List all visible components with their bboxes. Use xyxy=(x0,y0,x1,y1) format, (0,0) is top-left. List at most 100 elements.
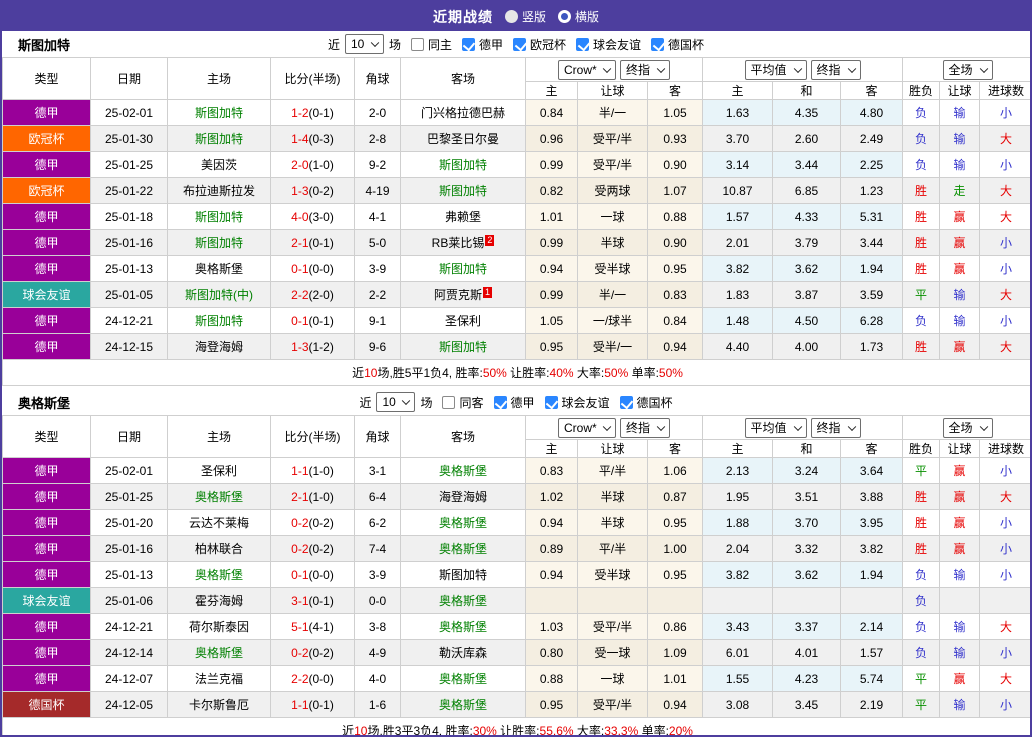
summary-part: 让胜率: xyxy=(506,366,550,380)
subcolumn-header: 主 xyxy=(702,439,773,458)
recent-matches-select[interactable]: 10 xyxy=(376,392,416,412)
halftime-score: (1-0) xyxy=(308,463,334,478)
handicap-odds-cell: 0.94 xyxy=(525,255,578,282)
summary-part: 近 xyxy=(342,724,355,737)
league-checkbox[interactable] xyxy=(619,395,633,409)
recent-matches-select[interactable]: 10 xyxy=(344,34,384,54)
score-cell: 3-1(0-1) xyxy=(270,587,355,614)
away-team-name[interactable]: 奥格斯堡 xyxy=(439,594,487,608)
match-scope-select[interactable]: 全场 xyxy=(942,417,993,438)
home-team-name[interactable]: 美因茨 xyxy=(201,158,237,172)
match-date: 25-02-01 xyxy=(90,457,168,484)
page-title: 近期战绩 xyxy=(432,8,493,25)
result-goals-cell: 大 xyxy=(979,665,1030,692)
final-odds-select[interactable]: 终指 xyxy=(620,59,670,80)
away-team-name[interactable]: 斯图加特 xyxy=(439,568,487,582)
home-team-name[interactable]: 斯图加特 xyxy=(195,314,243,328)
same-venue-checkbox[interactable] xyxy=(442,395,456,409)
home-team-name[interactable]: 海登海姆 xyxy=(195,340,243,354)
away-team-name[interactable]: 奥格斯堡 xyxy=(439,542,487,556)
same-venue-checkbox[interactable] xyxy=(410,37,424,51)
match-row: 德甲 24-12-21 荷尔斯泰因 5-1(4-1) 3-8 奥格斯堡 1.03 受平/半 0.… xyxy=(2,613,1030,640)
layout-option-vertical[interactable]: 竖版 xyxy=(504,8,546,25)
score-cell: 5-1(4-1) xyxy=(270,613,355,640)
average-odds-select[interactable]: 平均值 xyxy=(744,417,807,438)
away-team-name[interactable]: 勒沃库森 xyxy=(439,646,487,660)
league-checkbox[interactable] xyxy=(461,37,475,51)
away-team-name[interactable]: 弗赖堡 xyxy=(445,210,481,224)
home-team-cell: 斯图加特 xyxy=(167,99,271,126)
league-checkbox[interactable] xyxy=(651,37,665,51)
bookmaker-select[interactable]: Crow* xyxy=(558,59,616,80)
result-winloss-cell: 胜 xyxy=(902,177,941,204)
handicap-odds-cell: 受平/半 xyxy=(577,613,648,640)
average-odds-cell: 2.01 xyxy=(702,229,773,256)
away-team-name[interactable]: 斯图加特 xyxy=(439,184,487,198)
handicap-odds-cell: 0.84 xyxy=(525,99,578,126)
home-team-name[interactable]: 荷尔斯泰因 xyxy=(189,620,249,634)
away-team-name[interactable]: 海登海姆 xyxy=(439,490,487,504)
home-team-name[interactable]: 斯图加特 xyxy=(195,236,243,250)
home-team-name[interactable]: 奥格斯堡 xyxy=(195,262,243,276)
away-team-name[interactable]: 巴黎圣日尔曼 xyxy=(427,132,499,146)
away-team-name[interactable]: 圣保利 xyxy=(445,314,481,328)
average-odds-select[interactable]: 平均值 xyxy=(744,59,807,80)
away-team-name[interactable]: 奥格斯堡 xyxy=(439,464,487,478)
home-team-name[interactable]: 云达不莱梅 xyxy=(189,516,249,530)
bookmaker-select[interactable]: Crow* xyxy=(558,417,616,438)
average-odds-cell: 3.44 xyxy=(839,229,904,256)
layout-option-horizontal[interactable]: 横版 xyxy=(558,8,599,25)
home-team-name[interactable]: 霍芬海姆 xyxy=(195,594,243,608)
average-odds-cell: 1.83 xyxy=(702,281,773,308)
home-team-name[interactable]: 斯图加特 xyxy=(195,132,243,146)
score-cell: 0-2(0-2) xyxy=(270,535,355,562)
final-odds-select[interactable]: 终指 xyxy=(810,417,861,438)
match-scope-select[interactable]: 全场 xyxy=(942,59,993,80)
home-team-name[interactable]: 斯图加特(中) xyxy=(185,288,253,302)
final-odds-select[interactable]: 终指 xyxy=(810,59,861,80)
home-team-name[interactable]: 斯图加特 xyxy=(195,106,243,120)
home-team-name[interactable]: 奥格斯堡 xyxy=(195,568,243,582)
score-cell: 1-4(0-3) xyxy=(270,125,355,152)
handicap-odds-cell xyxy=(577,587,648,614)
result-handicap-cell: 赢 xyxy=(939,203,981,230)
home-team-name[interactable]: 布拉迪斯拉发 xyxy=(183,184,255,198)
match-row: 德甲 25-01-20 云达不莱梅 0-2(0-2) 6-2 奥格斯堡 0.94 半球 0.95… xyxy=(2,509,1030,536)
away-team-name[interactable]: 斯图加特 xyxy=(439,262,487,276)
same-venue-label: 同主 xyxy=(427,37,452,52)
home-team-name[interactable]: 卡尔斯鲁厄 xyxy=(189,698,249,712)
away-team-name[interactable]: 奥格斯堡 xyxy=(439,698,487,712)
average-odds-cell: 10.87 xyxy=(702,177,773,204)
league-checkbox[interactable] xyxy=(493,395,507,409)
away-team-cell: 奥格斯堡 xyxy=(400,613,526,640)
away-team-name[interactable]: 斯图加特 xyxy=(439,158,487,172)
average-odds-cell: 2.04 xyxy=(702,535,773,562)
column-header: 比分(半场) xyxy=(270,415,355,458)
home-team-name[interactable]: 法兰克福 xyxy=(195,672,243,686)
result-goals-cell: 小 xyxy=(979,561,1030,588)
average-odds-cell: 4.01 xyxy=(772,639,841,666)
league-checkbox[interactable] xyxy=(544,395,558,409)
home-team-name[interactable]: 奥格斯堡 xyxy=(195,646,243,660)
final-odds-select[interactable]: 终指 xyxy=(620,417,670,438)
result-winloss-cell: 胜 xyxy=(902,483,941,510)
result-handicap-cell: 赢 xyxy=(939,229,981,256)
home-team-name[interactable]: 圣保利 xyxy=(201,464,237,478)
away-team-name[interactable]: 门兴格拉德巴赫 xyxy=(421,106,505,120)
away-team-name[interactable]: 奥格斯堡 xyxy=(439,516,487,530)
average-odds-cell: 3.82 xyxy=(702,561,773,588)
summary-row: 近10场,胜5平1负4, 胜率:50% 让胜率:40% 大率:50% 单率:50… xyxy=(2,359,1030,386)
home-team-name[interactable]: 奥格斯堡 xyxy=(195,490,243,504)
home-team-name[interactable]: 斯图加特 xyxy=(195,210,243,224)
away-team-name[interactable]: RB莱比锡 xyxy=(432,236,485,250)
corner-count-cell: 9-1 xyxy=(354,307,401,334)
away-team-name[interactable]: 奥格斯堡 xyxy=(439,620,487,634)
away-team-name[interactable]: 阿贾克斯 xyxy=(434,288,482,302)
corner-count-cell: 4-9 xyxy=(354,639,401,666)
away-team-name[interactable]: 奥格斯堡 xyxy=(439,672,487,686)
league-checkbox[interactable] xyxy=(513,37,526,51)
away-team-name[interactable]: 斯图加特 xyxy=(439,340,487,354)
league-checkbox[interactable] xyxy=(576,37,590,51)
corner-count-cell: 0-0 xyxy=(354,587,401,614)
home-team-name[interactable]: 柏林联合 xyxy=(195,542,243,556)
